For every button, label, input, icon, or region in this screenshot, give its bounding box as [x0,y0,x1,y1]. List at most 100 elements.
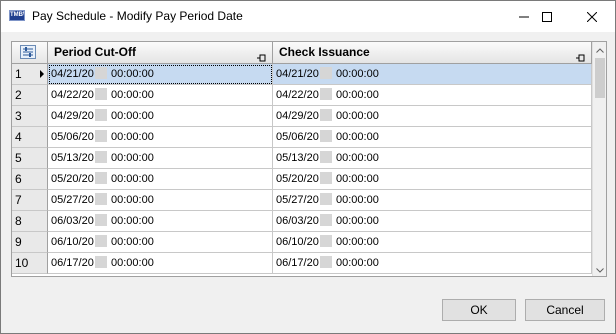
pay-period-grid[interactable]: Period Cut-Off Check Issuance 1 04/21/20 0… [11,41,607,277]
cell-period-cutoff[interactable]: 04/21/20 00:00:00 [48,64,273,85]
redacted-year [95,88,107,100]
redacted-year [95,214,107,226]
row-number[interactable]: 7 [12,190,48,211]
row-number-label: 10 [15,256,29,270]
date-value: 06/17/20 [276,257,319,269]
chevron-up-icon [596,42,604,56]
date-value: 04/29/20 [51,110,94,122]
redacted-year [95,256,107,268]
cell-check-issuance[interactable]: 05/20/20 00:00:00 [273,169,592,190]
table-row[interactable]: 2 04/22/20 00:00:00 04/22/20 00:00:00 [12,85,592,106]
cell-check-issuance[interactable]: 04/21/20 00:00:00 [273,64,592,85]
grid-corner-header[interactable] [12,42,48,64]
time-value: 00:00:00 [336,215,379,227]
column-header-check-issuance[interactable]: Check Issuance [273,42,592,64]
table-row[interactable]: 8 06/03/20 00:00:00 06/03/20 00:00:00 [12,211,592,232]
cell-period-cutoff[interactable]: 05/20/20 00:00:00 [48,169,273,190]
cell-check-issuance[interactable]: 06/17/20 00:00:00 [273,253,592,274]
time-value: 00:00:00 [111,194,154,206]
table-row[interactable]: 7 05/27/20 00:00:00 05/27/20 00:00:00 [12,190,592,211]
time-value: 00:00:00 [336,257,379,269]
column-header-period-cutoff[interactable]: Period Cut-Off [48,42,273,64]
close-icon [587,11,597,22]
row-number-label: 2 [15,88,22,102]
row-number[interactable]: 10 [12,253,48,274]
cell-period-cutoff[interactable]: 04/29/20 00:00:00 [48,106,273,127]
scroll-down-button[interactable] [593,262,606,276]
title-bar[interactable]: TMBW Pay Schedule - Modify Pay Period Da… [1,1,615,32]
row-number[interactable]: 6 [12,169,48,190]
redacted-year [320,130,332,142]
date-value: 06/10/20 [51,236,94,248]
maximize-button[interactable] [524,1,570,32]
row-number[interactable]: 1 [12,64,48,85]
cell-period-cutoff[interactable]: 05/27/20 00:00:00 [48,190,273,211]
column-chooser-icon[interactable] [20,45,36,59]
cell-period-cutoff[interactable]: 05/06/20 00:00:00 [48,127,273,148]
table-row[interactable]: 10 06/17/20 00:00:00 06/17/20 00:00:00 [12,253,592,274]
row-number[interactable]: 3 [12,106,48,127]
table-row[interactable]: 6 05/20/20 00:00:00 05/20/20 00:00:00 [12,169,592,190]
redacted-year [95,151,107,163]
table-row[interactable]: 9 06/10/20 00:00:00 06/10/20 00:00:00 [12,232,592,253]
cell-check-issuance[interactable]: 06/03/20 00:00:00 [273,211,592,232]
row-number[interactable]: 2 [12,85,48,106]
date-value: 04/21/20 [276,68,319,80]
cell-check-issuance[interactable]: 05/06/20 00:00:00 [273,127,592,148]
time-value: 00:00:00 [111,68,154,80]
time-value: 00:00:00 [111,257,154,269]
cell-check-issuance[interactable]: 04/29/20 00:00:00 [273,106,592,127]
redacted-year [320,172,332,184]
row-number-label: 7 [15,193,22,207]
table-row[interactable]: 1 04/21/20 00:00:00 04/21/20 00:00:00 [12,64,592,85]
cell-check-issuance[interactable]: 05/27/20 00:00:00 [273,190,592,211]
time-value: 00:00:00 [111,89,154,101]
cell-period-cutoff[interactable]: 06/10/20 00:00:00 [48,232,273,253]
date-value: 06/17/20 [51,257,94,269]
cell-check-issuance[interactable]: 05/13/20 00:00:00 [273,148,592,169]
row-number[interactable]: 9 [12,232,48,253]
date-value: 04/21/20 [51,68,94,80]
time-value: 00:00:00 [336,152,379,164]
redacted-year [95,172,107,184]
time-value: 00:00:00 [336,236,379,248]
scroll-up-button[interactable] [593,42,606,56]
date-value: 06/03/20 [51,215,94,227]
time-value: 00:00:00 [111,110,154,122]
date-value: 04/29/20 [276,110,319,122]
row-number-label: 8 [15,214,22,228]
cancel-button[interactable]: Cancel [525,299,605,321]
time-value: 00:00:00 [111,152,154,164]
date-value: 05/20/20 [51,173,94,185]
row-number-label: 9 [15,235,22,249]
app-icon: TMBW [9,10,25,21]
date-value: 05/27/20 [276,194,319,206]
time-value: 00:00:00 [336,173,379,185]
row-number[interactable]: 8 [12,211,48,232]
redacted-year [320,256,332,268]
time-value: 00:00:00 [336,68,379,80]
row-number[interactable]: 5 [12,148,48,169]
cell-check-issuance[interactable]: 06/10/20 00:00:00 [273,232,592,253]
table-row[interactable]: 5 05/13/20 00:00:00 05/13/20 00:00:00 [12,148,592,169]
close-button[interactable] [569,1,615,32]
vertical-scrollbar[interactable] [592,42,606,276]
cell-period-cutoff[interactable]: 05/13/20 00:00:00 [48,148,273,169]
cell-period-cutoff[interactable]: 06/03/20 00:00:00 [48,211,273,232]
scrollbar-thumb[interactable] [595,58,605,98]
table-row[interactable]: 3 04/29/20 00:00:00 04/29/20 00:00:00 [12,106,592,127]
cell-check-issuance[interactable]: 04/22/20 00:00:00 [273,85,592,106]
pay-schedule-dialog: TMBW Pay Schedule - Modify Pay Period Da… [0,0,616,334]
date-value: 06/03/20 [276,215,319,227]
cell-period-cutoff[interactable]: 04/22/20 00:00:00 [48,85,273,106]
ok-button[interactable]: OK [442,299,516,321]
date-value: 05/13/20 [51,152,94,164]
time-value: 00:00:00 [111,236,154,248]
time-value: 00:00:00 [336,194,379,206]
row-number[interactable]: 4 [12,127,48,148]
table-row[interactable]: 4 05/06/20 00:00:00 05/06/20 00:00:00 [12,127,592,148]
redacted-year [95,235,107,247]
redacted-year [95,67,107,79]
date-value: 04/22/20 [276,89,319,101]
cell-period-cutoff[interactable]: 06/17/20 00:00:00 [48,253,273,274]
